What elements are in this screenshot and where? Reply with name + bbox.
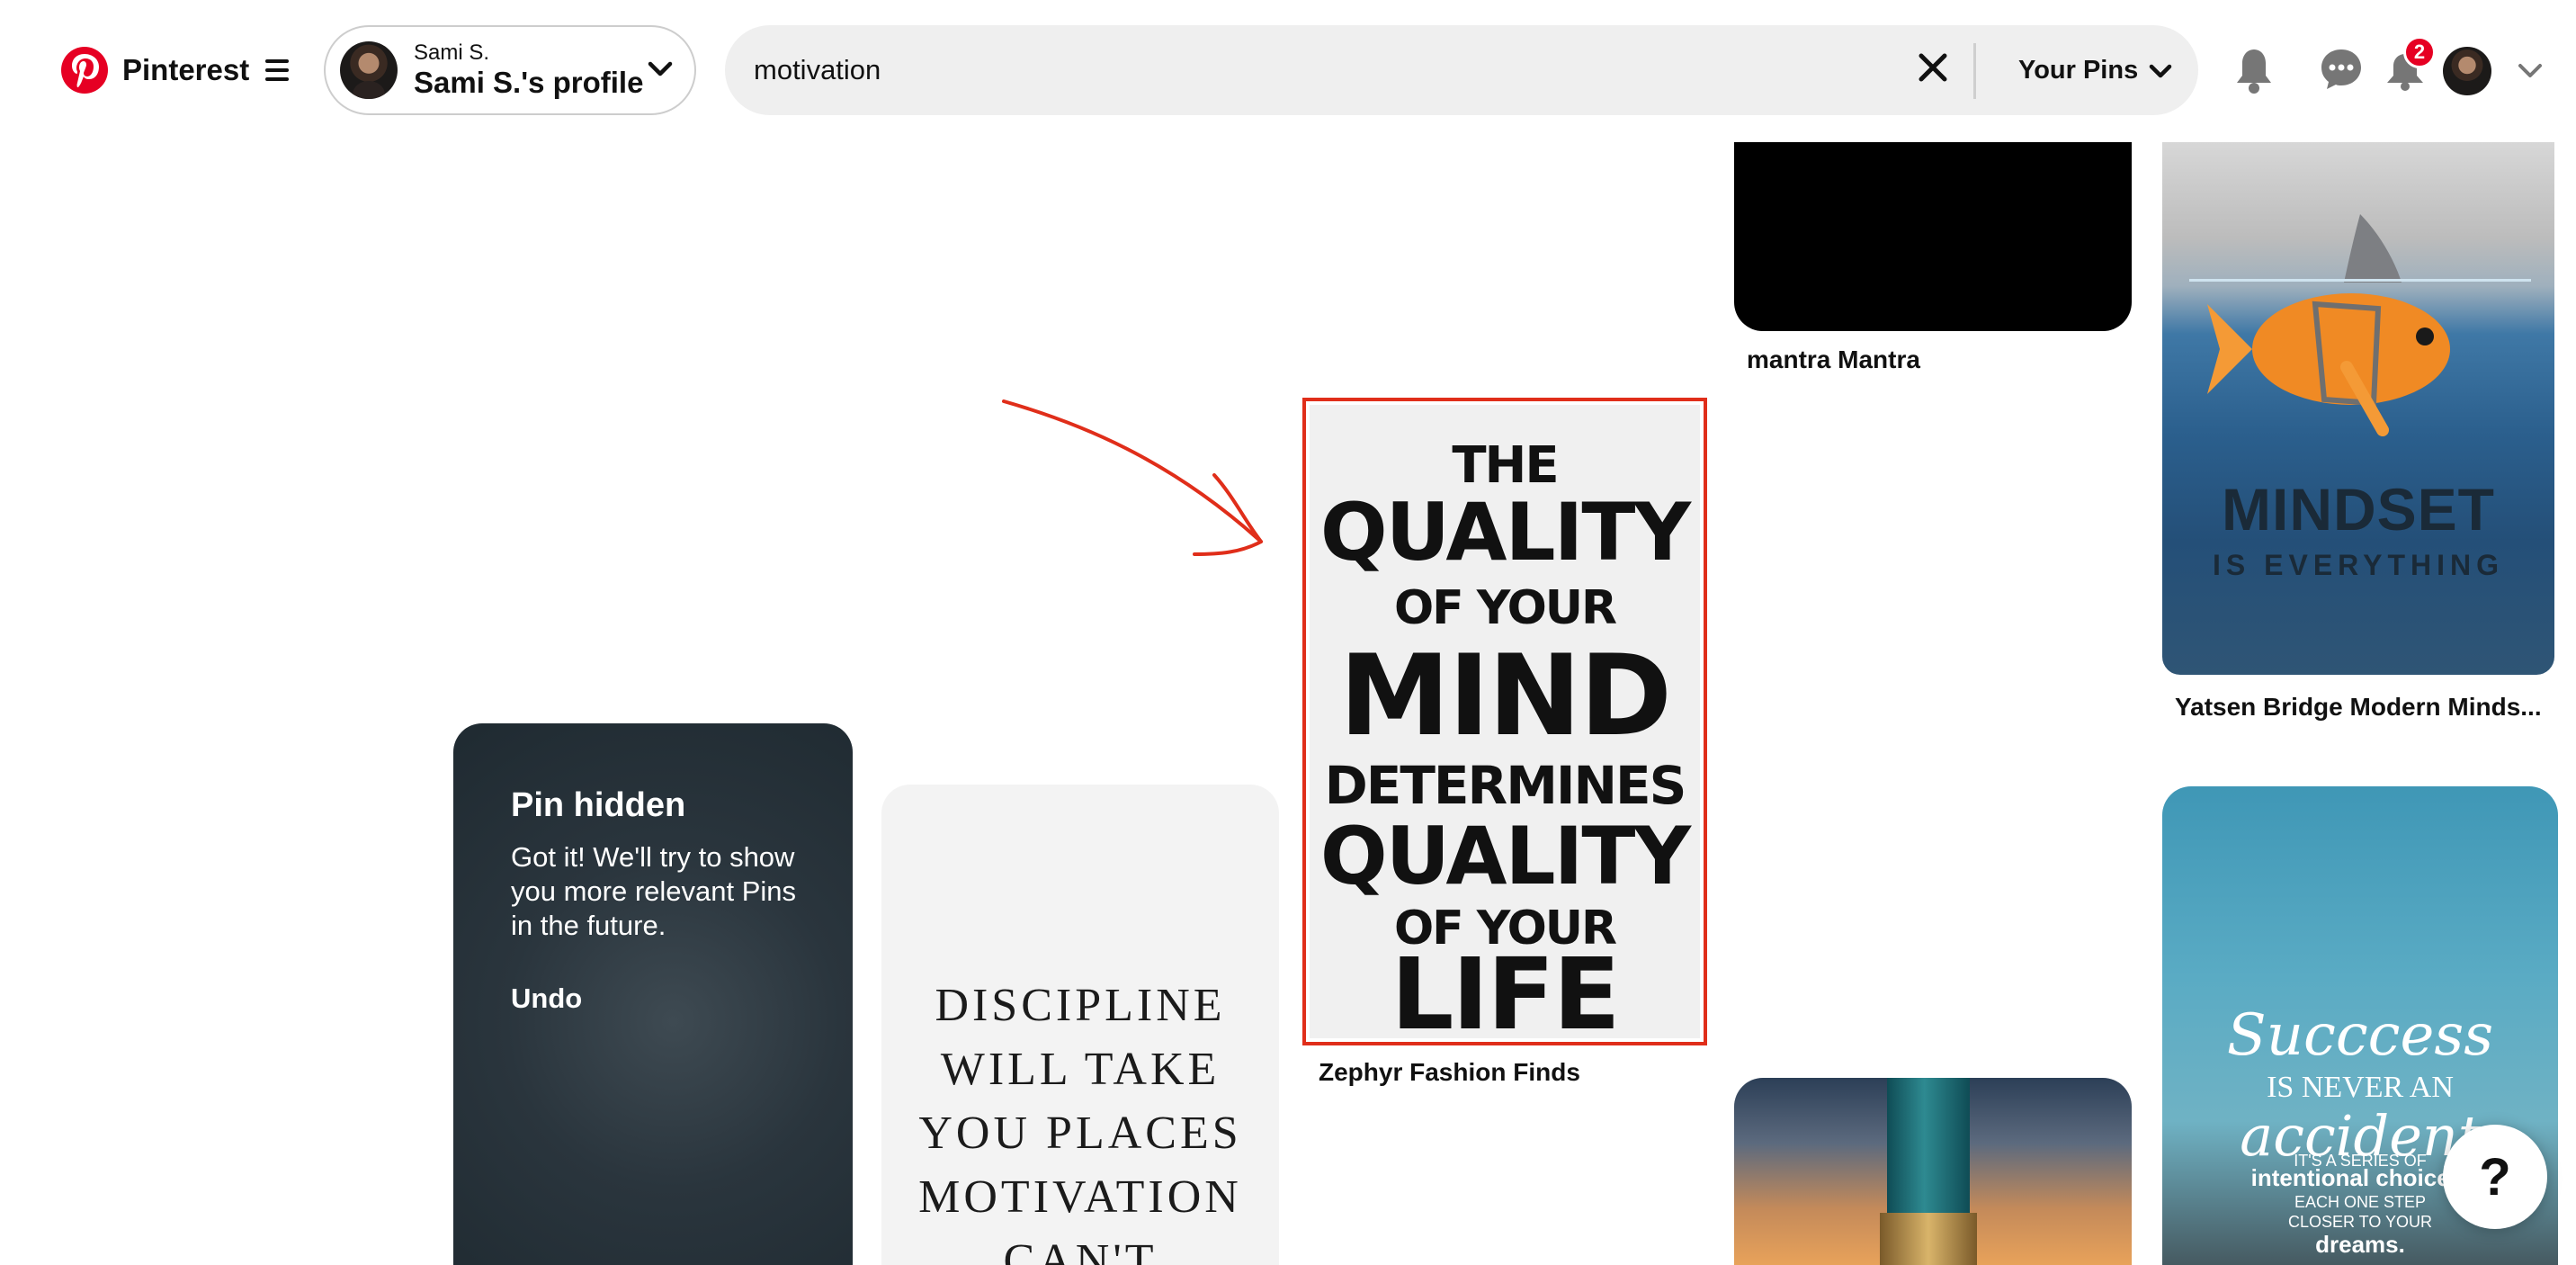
pin-quote-line: THE [1452, 436, 1559, 495]
pin-image[interactable]: MINDSET IS EVERYTHING [2162, 142, 2554, 675]
search-input[interactable] [754, 25, 1878, 115]
pin-image[interactable] [1734, 142, 2132, 331]
pin-title[interactable]: Zephyr Fashion Finds [1319, 1058, 1580, 1087]
avatar [340, 41, 398, 99]
messages-icon[interactable] [2319, 47, 2364, 92]
chevron-down-icon [2149, 64, 2172, 77]
search-bar [725, 25, 2198, 115]
pin-image[interactable]: THE QUALITY OF YOUR MIND DETERMINES QUAL… [1310, 405, 1700, 1038]
pin-image[interactable] [1734, 1078, 2132, 1265]
brand-name: Pinterest [122, 53, 250, 86]
top-bar: Pinterest Sami S. Sami S.'s profile Your… [0, 0, 2576, 142]
search-scope-dropdown[interactable]: Your Pins [2018, 56, 2172, 85]
pen-ring-illustration [1880, 1213, 1977, 1265]
pin-hidden-card: Pin hidden Got it! We'll try to show you… [453, 723, 853, 1265]
pin-headline: MINDSET [2222, 476, 2495, 543]
clear-search-icon[interactable] [1918, 52, 1948, 83]
pin-quote-line: Succcess [2226, 1002, 2494, 1069]
help-button[interactable]: ? [2443, 1125, 2547, 1229]
pin-quote-line: LIFE [1391, 937, 1620, 1038]
account-menu-chevron-icon[interactable] [2517, 61, 2544, 81]
pin-hidden-title: Pin hidden [511, 786, 686, 824]
pin-quote-line: DETERMINES [1324, 755, 1687, 816]
chevron-down-icon [648, 61, 673, 76]
search-divider [1973, 43, 1976, 99]
pin-quote-line: OF YOUR [1393, 581, 1617, 635]
pin-hidden-message: Got it! We'll try to show you more relev… [511, 841, 797, 941]
pinterest-home-link[interactable]: Pinterest [61, 45, 292, 95]
undo-button[interactable]: Undo [511, 982, 582, 1015]
pin-title[interactable]: mantra Mantra [1747, 345, 1920, 374]
menu-icon[interactable] [265, 59, 292, 81]
pin-quote-line: QUALITY [1319, 486, 1691, 579]
pin-quote-line: QUALITY [1319, 810, 1691, 902]
pinterest-logo-icon [61, 47, 108, 94]
account-avatar[interactable] [2443, 47, 2491, 95]
annotation-arrow-icon [1002, 399, 1263, 556]
pin-title[interactable]: Yatsen Bridge Modern Minds... [2175, 693, 2542, 722]
updates-badge: 2 [2403, 36, 2436, 68]
pin-subline: IS EVERYTHING [2213, 549, 2504, 581]
pin-quote-line: MIND [1338, 632, 1672, 761]
search-scope-label: Your Pins [2018, 56, 2139, 85]
pin-quote-line: IS NEVER AN [2267, 1071, 2454, 1104]
profile-name: Sami S. [414, 40, 490, 65]
profile-link-label: Sami S.'s profile [414, 66, 644, 99]
pin-quote-line: dreams. [2315, 1231, 2405, 1258]
goldfish-shark-fin-illustration [2189, 214, 2531, 436]
profile-switcher[interactable]: Sami S. Sami S.'s profile [324, 25, 696, 115]
pin-image[interactable]: DISCIPLINE WILL TAKE YOU PLACES MOTIVATI… [881, 785, 1279, 1265]
notifications-bell-icon[interactable] [2234, 47, 2274, 95]
pin-quote-text: DISCIPLINE WILL TAKE YOU PLACES MOTIVATI… [918, 980, 1242, 1265]
page: Pinterest Sami S. Sami S.'s profile Your… [0, 0, 2576, 1265]
